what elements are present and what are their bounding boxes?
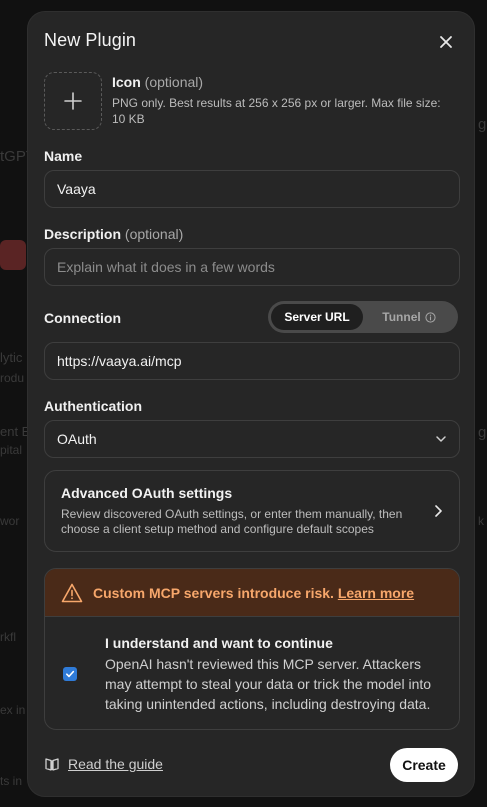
- authentication-select[interactable]: OAuth: [44, 420, 460, 458]
- server-url-option[interactable]: Server URL: [271, 304, 363, 330]
- background-text: ex in: [0, 703, 26, 717]
- tunnel-option[interactable]: Tunnel: [363, 304, 455, 330]
- authentication-value: OAuth: [57, 431, 97, 447]
- connection-label: Connection: [44, 310, 121, 326]
- dialog-title: New Plugin: [44, 30, 137, 50]
- close-button[interactable]: [434, 30, 458, 54]
- plus-icon: [64, 92, 82, 110]
- read-guide-label: Read the guide: [68, 756, 163, 772]
- background-text: g: [478, 116, 487, 133]
- info-icon: [425, 311, 436, 323]
- icon-field-info: Icon (optional) PNG only. Best results a…: [112, 74, 442, 127]
- risk-warning-panel: Custom MCP servers introduce risk. Learn…: [44, 568, 460, 730]
- background-text: g: [478, 424, 487, 441]
- server-url-option-label: Server URL: [284, 310, 350, 324]
- tunnel-option-label: Tunnel: [382, 310, 421, 324]
- background-text: k: [478, 514, 484, 528]
- chevron-down-icon: [436, 436, 446, 442]
- name-input[interactable]: [44, 170, 460, 208]
- advanced-oauth-title: Advanced OAuth settings: [61, 485, 233, 501]
- description-label-text: Description: [44, 226, 122, 242]
- chevron-right-icon: [435, 505, 442, 517]
- advanced-oauth-settings[interactable]: Advanced OAuth settings Review discovere…: [44, 470, 460, 552]
- check-icon: [66, 670, 75, 678]
- optional-tag: (optional): [144, 74, 204, 90]
- close-icon: [440, 36, 452, 48]
- background-text: ts in: [0, 774, 23, 788]
- risk-warning-text: Custom MCP servers introduce risk. Learn…: [93, 585, 414, 601]
- read-guide-link[interactable]: Read the guide: [44, 756, 163, 772]
- acknowledgement: I understand and want to continue OpenAI…: [45, 617, 459, 714]
- risk-warning-message: Custom MCP servers introduce risk.: [93, 584, 334, 601]
- create-button[interactable]: Create: [390, 748, 458, 782]
- dialog-header: New Plugin: [44, 30, 458, 54]
- learn-more-link[interactable]: Learn more: [338, 585, 414, 601]
- background-text: lytic: [0, 350, 23, 365]
- advanced-oauth-description: Review discovered OAuth settings, or ent…: [61, 507, 403, 536]
- authentication-label: Authentication: [44, 398, 142, 414]
- connection-toggle: Server URL Tunnel: [268, 301, 458, 333]
- new-plugin-dialog: New Plugin Icon (optional) PNG only. Bes…: [27, 11, 475, 797]
- optional-tag: (optional): [124, 226, 184, 242]
- warning-triangle-icon: [61, 583, 83, 602]
- acknowledge-checkbox[interactable]: [63, 667, 77, 681]
- risk-warning-header: Custom MCP servers introduce risk. Learn…: [45, 569, 459, 617]
- background-text: wor: [0, 514, 20, 528]
- background-text: ent E: [0, 424, 31, 439]
- description-label: Description (optional): [44, 226, 183, 242]
- icon-field-hint: PNG only. Best results at 256 x 256 px o…: [112, 96, 441, 126]
- acknowledge-description: OpenAI hasn't reviewed this MCP server. …: [105, 656, 432, 712]
- background-text: rkfl: [0, 630, 16, 644]
- server-url-input[interactable]: [44, 342, 460, 380]
- book-icon: [45, 758, 59, 771]
- icon-upload-dropzone[interactable]: [44, 72, 102, 130]
- name-label: Name: [44, 148, 83, 164]
- background-pdf-badge: [0, 240, 26, 270]
- icon-field-label: Icon (optional): [112, 74, 442, 90]
- icon-label-text: Icon: [112, 74, 141, 90]
- acknowledge-title: I understand and want to continue: [105, 635, 333, 651]
- background-text: pital: [0, 443, 23, 457]
- background-text: rodu: [0, 371, 25, 385]
- description-input[interactable]: [44, 248, 460, 286]
